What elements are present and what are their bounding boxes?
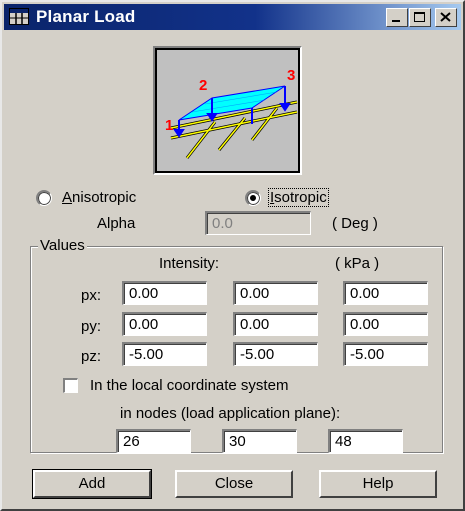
node-label-1: 1 [165,117,173,134]
intensity-label: Intensity: [159,255,220,272]
alpha-unit: ( Deg ) [332,215,378,232]
window-title: Planar Load [36,7,136,26]
node-label-2: 2 [199,77,207,94]
node-field-3[interactable]: 48 [328,429,403,453]
close-button[interactable] [435,8,457,27]
isotropic-label[interactable]: Isotropic [268,188,329,207]
px-field-2[interactable]: 0.00 [233,281,318,305]
kpa-unit: ( kPa ) [335,255,380,272]
maximize-icon [414,12,425,22]
planar-load-dialog: Planar Load 1 2 3 Anisotropic Isotropic … [0,0,465,511]
anisotropic-radio[interactable] [36,190,52,206]
pz-label: pz: [81,348,102,365]
node-field-2[interactable]: 30 [222,429,297,453]
minimize-button[interactable] [386,8,408,27]
px-field-3[interactable]: 0.00 [343,281,428,305]
pz-field-2[interactable]: -5.00 [233,342,318,366]
alpha-label: Alpha [97,215,136,232]
isotropic-radio[interactable] [245,190,261,206]
values-group-label: Values [38,237,87,254]
node-field-1[interactable]: 26 [116,429,191,453]
px-field-1[interactable]: 0.00 [122,281,207,305]
local-cs-label[interactable]: In the local coordinate system [90,377,288,394]
minimize-icon [392,20,400,22]
planar-load-diagram: 1 2 3 [165,67,298,159]
planar-load-preview: 1 2 3 [153,46,302,175]
add-button[interactable]: Add [32,469,152,499]
px-label: px: [81,287,102,304]
grid-app-icon[interactable] [9,8,29,25]
alpha-field[interactable]: 0.0 [205,211,311,235]
py-field-2[interactable]: 0.00 [233,312,318,336]
title-bar[interactable]: Planar Load [4,4,461,30]
pz-field-3[interactable]: -5.00 [343,342,428,366]
pz-field-1[interactable]: -5.00 [122,342,207,366]
py-label: py: [81,318,102,335]
help-button[interactable]: Help [319,470,437,498]
close-icon [440,12,451,22]
anisotropic-label[interactable]: Anisotropic [62,189,136,206]
maximize-button[interactable] [409,8,431,27]
local-cs-checkbox[interactable] [63,378,78,393]
nodes-label: in nodes (load application plane): [120,405,341,422]
close-dialog-button[interactable]: Close [175,470,293,498]
py-field-1[interactable]: 0.00 [122,312,207,336]
node-label-3: 3 [287,67,295,84]
load-type-group: Anisotropic Isotropic [2,188,463,210]
py-field-3[interactable]: 0.00 [343,312,428,336]
